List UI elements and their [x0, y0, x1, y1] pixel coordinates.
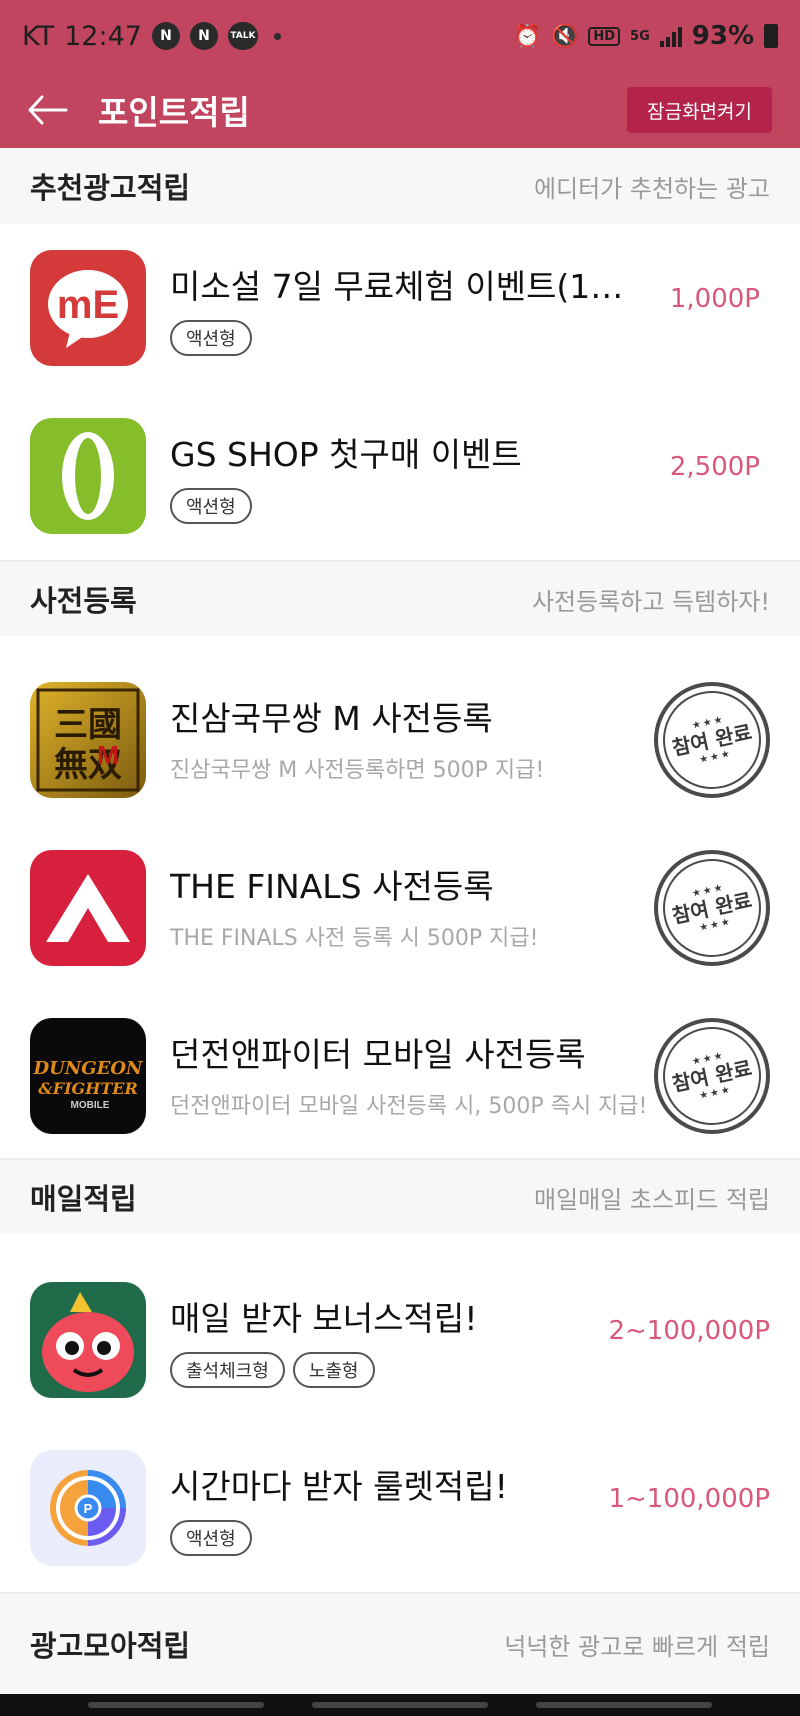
app-bar: 포인트적립 잠금화면켜기 [0, 72, 800, 148]
section-header-preregister: 사전등록 사전등록하고 득템하자! [0, 560, 800, 636]
system-nav-bar [0, 1694, 800, 1716]
nav-home-handle[interactable] [312, 1702, 488, 1708]
tag-action: 액션형 [170, 320, 252, 356]
section-header-ad-collection: 광고모아적립 넉넉한 광고로 빠르게 적립 [0, 1592, 800, 1694]
more-notifications-dot [273, 32, 281, 40]
points-value: 1,000P [669, 284, 760, 314]
back-arrow-icon[interactable] [28, 88, 72, 132]
participated-stamp: ★★★ 참여 완료 ★★★ [653, 1017, 771, 1135]
page-title: 포인트적립 [98, 93, 250, 132]
points-value: 2~100,000P [608, 1316, 770, 1346]
battery-percent: 93% [691, 21, 754, 51]
section-header-daily: 매일적립 매일매일 초스피드 적립 [0, 1158, 800, 1234]
carrier-label: KT [22, 20, 55, 52]
list-item[interactable]: P 시간마다 받자 룰렛적립! 액션형 1~100,000P [0, 1424, 800, 1592]
section-title: 추천광고적립 [30, 171, 191, 205]
item-description: 던전앤파이터 모바일 사전등록 시, 500P 즉시 지급! [170, 1094, 648, 1119]
status-bar: KT 12:47 N N TALK ⏰ 🔇 HD 5G 93% [0, 0, 800, 72]
participated-stamp: ★★★ 참여 완료 ★★★ [653, 849, 771, 967]
list-item[interactable]: 三國 無双 M 진삼국무쌍 M 사전등록 진삼국무쌍 M 사전등록하면 500P… [0, 656, 800, 824]
list-item[interactable]: DUNGEON &FIGHTER MOBILE 던전앤파이터 모바일 사전등록 … [0, 992, 800, 1160]
section-subtitle: 넉넉한 광고로 빠르게 적립 [504, 1632, 770, 1661]
clock: 12:47 [64, 20, 142, 52]
svg-text:DUNGEON: DUNGEON [33, 1058, 145, 1079]
section-subtitle: 매일매일 초스피드 적립 [533, 1185, 770, 1214]
notification-n-icon: N [151, 22, 180, 50]
svg-text:M: M [97, 740, 119, 770]
list-item[interactable]: 매일 받자 보너스적립! 출석체크형 노출형 2~100,000P [0, 1256, 800, 1424]
me-app-icon: mE [30, 250, 146, 366]
section-title: 광고모아적립 [30, 1629, 191, 1663]
item-title: 진삼국무쌍 M 사전등록 [170, 699, 493, 738]
list-item[interactable]: THE FINALS 사전등록 THE FINALS 사전 등록 시 500P … [0, 824, 800, 992]
dnf-mobile-icon: DUNGEON &FIGHTER MOBILE [30, 1018, 146, 1134]
points-value: 2,500P [669, 452, 760, 482]
svg-text:MOBILE: MOBILE [71, 1100, 110, 1111]
list-item[interactable]: mE 미소설 7일 무료체험 이벤트(19… 액션형 1,000P [0, 224, 800, 392]
section-title: 매일적립 [30, 1182, 137, 1216]
section-subtitle: 에디터가 추천하는 광고 [533, 174, 770, 203]
item-title: 시간마다 받자 룰렛적립! [170, 1467, 508, 1506]
participated-stamp: ★★★ 참여 완료 ★★★ [653, 681, 771, 799]
signal-icon [659, 25, 682, 47]
section-title: 사전등록 [30, 584, 137, 618]
svg-text:三國: 三國 [54, 705, 122, 745]
kakaotalk-icon: TALK [227, 22, 258, 50]
tag-group: 액션형 [170, 1520, 252, 1556]
item-title: 미소설 7일 무료체험 이벤트(19… [170, 267, 640, 306]
section-subtitle: 사전등록하고 득템하자! [531, 587, 770, 616]
hd-voice-icon: HD [588, 26, 621, 46]
tag-exposure: 노출형 [292, 1352, 375, 1388]
roulette-icon: P [30, 1450, 146, 1566]
tag-group: 액션형 [170, 320, 252, 356]
item-description: THE FINALS 사전 등록 시 500P 지급! [170, 926, 539, 951]
lock-screen-button[interactable]: 잠금화면켜기 [627, 87, 772, 133]
bonus-monster-icon [30, 1282, 146, 1398]
svg-text:P: P [84, 1501, 93, 1516]
mute-icon: 🔇 [550, 23, 579, 49]
item-title: 던전앤파이터 모바일 사전등록 [170, 1035, 586, 1074]
item-title: THE FINALS 사전등록 [170, 867, 494, 906]
item-title: GS SHOP 첫구매 이벤트 [170, 435, 522, 474]
notification-n-icon: N [189, 22, 218, 50]
item-description: 진삼국무쌍 M 사전등록하면 500P 지급! [170, 758, 545, 783]
dynasty-warriors-icon: 三國 無双 M [30, 682, 146, 798]
alarm-icon: ⏰ [513, 23, 541, 49]
network-5g-icon: 5G [630, 28, 650, 44]
nav-back-handle[interactable] [536, 1702, 712, 1708]
nav-recent-handle[interactable] [88, 1702, 264, 1708]
section-header-recommended: 추천광고적립 에디터가 추천하는 광고 [0, 148, 800, 224]
gs-shop-icon [30, 418, 146, 534]
tag-group: 액션형 [170, 488, 252, 524]
battery-icon [764, 24, 778, 48]
tag-attendance: 출석체크형 [170, 1352, 285, 1388]
the-finals-icon [30, 850, 146, 966]
points-value: 1~100,000P [608, 1484, 770, 1514]
svg-text:&FIGHTER: &FIGHTER [38, 1079, 137, 1098]
tag-group: 출석체크형 노출형 [170, 1352, 375, 1388]
svg-text:mE: mE [57, 283, 119, 327]
tag-action: 액션형 [170, 1520, 252, 1556]
list-item[interactable]: GS SHOP 첫구매 이벤트 액션형 2,500P [0, 392, 800, 560]
tag-action: 액션형 [170, 488, 252, 524]
item-title: 매일 받자 보너스적립! [170, 1299, 478, 1338]
